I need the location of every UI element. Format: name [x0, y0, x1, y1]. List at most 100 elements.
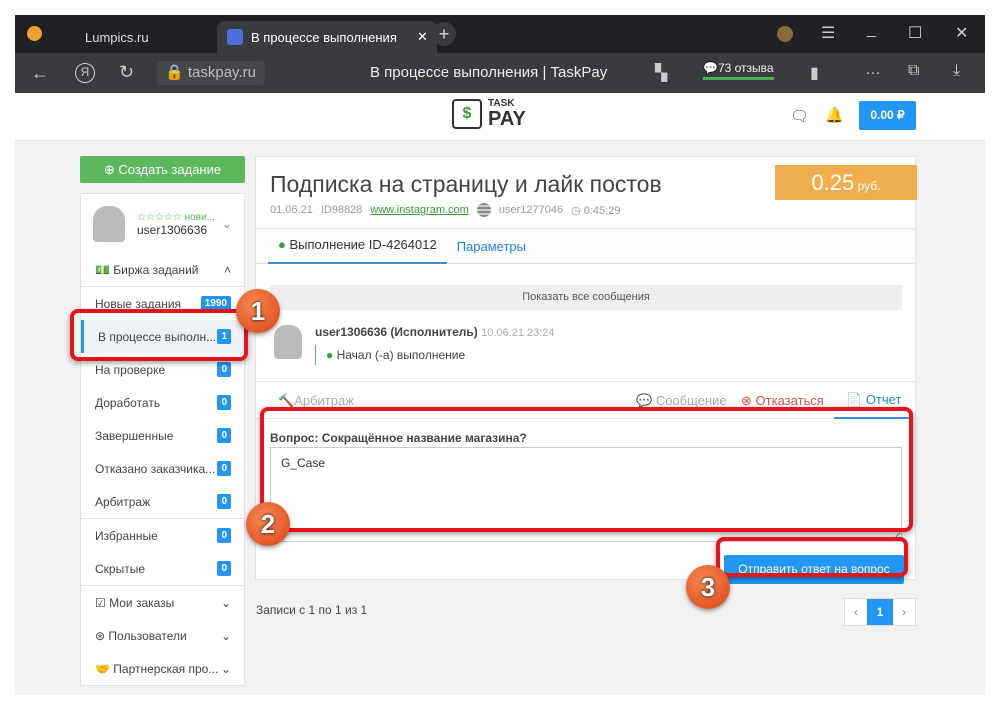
task-date: 01.06.21	[270, 204, 313, 216]
message-author[interactable]: user1306636 (Исполнитель)	[315, 325, 478, 339]
task-author[interactable]: user1277046	[499, 204, 563, 216]
chevron-down-icon: ⌄	[220, 661, 231, 676]
translate-icon[interactable]: ▚	[655, 63, 667, 83]
back-icon[interactable]: ←	[31, 63, 49, 84]
user-block[interactable]: ☆☆☆☆☆ нови... user1306636 ⌄	[81, 194, 244, 254]
reviews-button[interactable]: 💬73 отзыва	[703, 61, 774, 80]
reload-icon[interactable]: ↻	[119, 62, 134, 83]
minimize-icon[interactable]: _	[867, 21, 876, 39]
action-label: Арбитраж	[294, 393, 354, 408]
message-avatar	[274, 325, 302, 359]
menu-icon[interactable]: ☰	[821, 23, 835, 43]
yandex-icon[interactable]: Я	[75, 63, 95, 83]
sidebar-section-exchange[interactable]: 💵 Биржа заданий ˄	[81, 254, 244, 287]
maximize-icon[interactable]: ☐	[908, 23, 922, 43]
task-tabs: ● Выполнение ID-4264012 Параметры	[256, 228, 915, 264]
address-bar: ← Я ↻ 🔒 taskpay.ru В процессе выполнения…	[15, 53, 985, 93]
highlight-submit	[716, 537, 908, 577]
highlight-sidebar-item	[70, 309, 248, 361]
play-icon: ●	[326, 348, 334, 362]
task-title: Подписка на страницу и лайк постов	[270, 171, 662, 197]
action-label: Сообщение	[655, 393, 727, 408]
next-page-button[interactable]: ›	[893, 599, 915, 625]
pagination-summary: Записи с 1 по 1 из 1	[256, 603, 368, 617]
cancel-icon: ⊗	[741, 393, 752, 408]
bookmark-icon[interactable]: ▮	[810, 63, 819, 83]
section-label: Мои заказы	[109, 595, 175, 610]
avatar	[93, 206, 125, 242]
gavel-icon: 🔨	[278, 393, 295, 408]
sidebar-item[interactable]: Завершенные 0	[81, 419, 244, 452]
section-label: Партнерская про...	[113, 661, 219, 676]
sidebar-fav-list: Избранные 0 Скрытые 0	[81, 518, 244, 585]
count-badge: 0	[217, 362, 231, 377]
highlight-answer	[260, 407, 913, 532]
price-badge: 0.25 руб.	[775, 165, 917, 200]
message-time: 10.06.21 23:24	[481, 327, 555, 339]
section-label: Биржа заданий	[113, 263, 199, 277]
create-task-button[interactable]: ⊕ Создать задание	[80, 156, 245, 183]
sidebar-item[interactable]: Арбитраж 0	[81, 485, 244, 518]
sidebar-item-label: Арбитраж	[95, 494, 151, 509]
author-avatar-icon	[476, 203, 491, 217]
sidebar-item[interactable]: Избранные 0	[81, 519, 244, 552]
task-id: ID98828	[320, 204, 363, 216]
comment-icon: 💬	[636, 393, 653, 408]
extensions-icon[interactable]: ⧉	[908, 62, 919, 80]
sidebar-item-label: На проверке	[95, 362, 166, 377]
close-window-icon[interactable]: ✕	[955, 23, 968, 43]
count-badge: 0	[217, 494, 231, 509]
download-icon[interactable]: ⤓	[953, 62, 960, 80]
logo-chat-dollar-icon: $	[452, 99, 482, 129]
count-badge: 0	[217, 561, 231, 576]
page-1-button[interactable]: 1	[867, 599, 893, 625]
tab-execution[interactable]: ● Выполнение ID-4264012	[268, 228, 447, 264]
user-name: user1306636	[137, 222, 208, 237]
annotation-1: 1	[236, 289, 280, 333]
prev-page-button[interactable]: ‹	[845, 599, 867, 625]
site-favicon-icon	[227, 29, 243, 45]
tab-parameters[interactable]: Параметры	[447, 239, 536, 254]
sidebar-section-partner[interactable]: 🤝 Партнерская про... ⌄	[81, 652, 244, 685]
user-rank: ☆☆☆☆☆ нови...	[137, 211, 215, 223]
timer: ◷ 0:45:29	[571, 204, 621, 217]
annotation-2: 2	[246, 502, 290, 546]
sidebar-item-label: Избранные	[95, 528, 158, 543]
messages-icon[interactable]: 🗨	[790, 107, 809, 125]
chevron-up-icon: ˄	[223, 263, 231, 277]
chevron-down-icon: ⌄	[220, 595, 231, 610]
sidebar-item-label: Отказано заказчика...	[95, 461, 216, 476]
site-header: $ TASK PAY 🗨 🔔 0.00 ₽	[15, 93, 985, 141]
task-meta: 01.06.21 ID98828 www.instagram.com user12…	[270, 203, 620, 217]
pagination: ‹ 1 ›	[844, 598, 916, 626]
message: user1306636 (Исполнитель) 10.06.21 23:24…	[315, 325, 555, 365]
tab-active[interactable]: В процессе выполнения ✕	[217, 21, 437, 53]
action-label: Отчет	[865, 392, 902, 407]
handshake-icon: 🤝	[95, 661, 110, 676]
url-text: taskpay.ru	[187, 64, 256, 81]
balance-button[interactable]: 0.00 ₽	[859, 101, 916, 130]
sidebar-item[interactable]: Доработать 0	[81, 386, 244, 419]
annotation-3: 3	[686, 565, 730, 609]
sidebar-item[interactable]: Отказано заказчика... 0	[81, 452, 244, 485]
taskpay-logo[interactable]: $ TASK PAY	[452, 99, 526, 129]
sidebar-section-my-orders[interactable]: ☑ Мои заказы ⌄	[81, 586, 244, 619]
url-field[interactable]: 🔒 taskpay.ru	[157, 61, 265, 85]
sidebar: ⊕ Создать задание ☆☆☆☆☆ нови... user13066…	[80, 156, 245, 686]
profile-icon[interactable]	[777, 26, 793, 42]
notifications-bell-icon[interactable]: 🔔	[825, 106, 844, 124]
count-badge: 0	[217, 428, 231, 443]
sidebar-section-users[interactable]: ⊛ Пользователи ⌄	[81, 619, 244, 652]
close-tab-icon[interactable]: ✕	[417, 29, 428, 45]
users-icon: ⊛	[95, 628, 106, 643]
show-all-messages-button[interactable]: Показать все сообщения	[270, 285, 902, 310]
tab-label: Выполнение ID-4264012	[289, 237, 437, 252]
task-site-link[interactable]: www.instagram.com	[370, 204, 468, 216]
more-icon[interactable]: …	[865, 61, 881, 79]
new-tab-button[interactable]: +	[432, 22, 456, 46]
count-badge: 0	[217, 395, 231, 410]
reviews-label: 73 отзыва	[717, 61, 774, 75]
logo-text: TASK PAY	[488, 98, 526, 130]
sidebar-item[interactable]: Скрытые 0	[81, 552, 244, 585]
tab-lumpics[interactable]: Lumpics.ru	[75, 21, 215, 53]
